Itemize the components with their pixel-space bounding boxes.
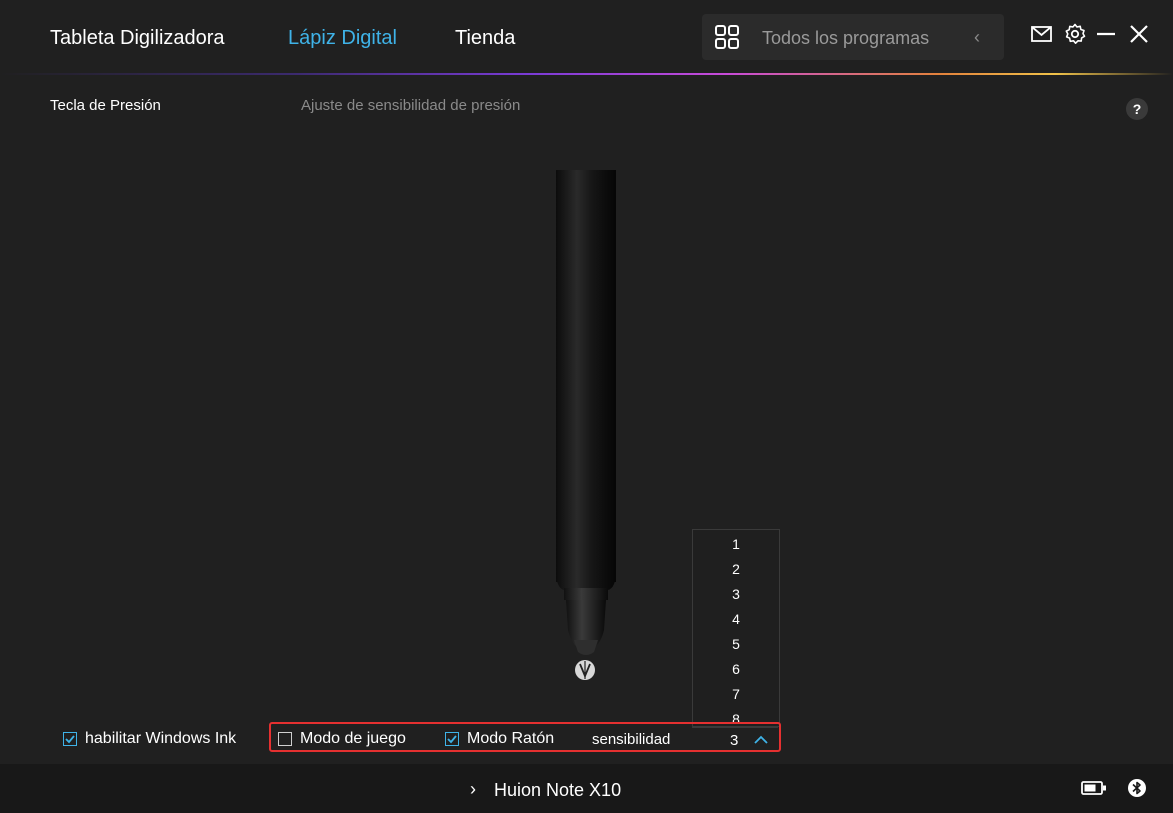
game-mode-checkbox[interactable] bbox=[278, 732, 292, 746]
mouse-mode-option[interactable]: Modo Ratón bbox=[445, 729, 554, 749]
program-selector-label: Todos los programas bbox=[762, 28, 930, 48]
game-mode-option[interactable]: Modo de juego bbox=[278, 729, 406, 749]
close-icon[interactable] bbox=[1127, 22, 1151, 46]
gear-icon[interactable] bbox=[1063, 22, 1087, 46]
battery-icon bbox=[1081, 781, 1106, 795]
digital-pen-image bbox=[556, 170, 616, 680]
minimize-icon[interactable] bbox=[1094, 22, 1118, 46]
tab-tableta-digilizadora[interactable]: Tableta Digilizadora bbox=[50, 27, 225, 50]
sensitivity-label: sensibilidad bbox=[592, 730, 671, 748]
section-title: Tecla de Presión bbox=[50, 97, 161, 114]
mouse-mode-checkbox[interactable] bbox=[445, 732, 459, 746]
chevron-up-icon bbox=[754, 735, 768, 744]
help-button[interactable]: ? bbox=[1126, 98, 1148, 120]
dropdown-option[interactable]: 7 bbox=[693, 686, 779, 702]
dropdown-option[interactable]: 4 bbox=[693, 611, 779, 627]
dropdown-option[interactable]: 5 bbox=[693, 636, 779, 652]
dropdown-option[interactable]: 6 bbox=[693, 661, 779, 677]
game-mode-label: Modo de juego bbox=[300, 730, 406, 747]
sensitivity-selected-value: 3 bbox=[730, 732, 739, 749]
footer-bar: › Huion Note X10 bbox=[0, 764, 1173, 813]
dropdown-option[interactable]: 3 bbox=[693, 586, 779, 602]
top-bar: Tableta Digilizadora Lápiz Digital Tiend… bbox=[0, 0, 1173, 74]
dropdown-option[interactable]: 2 bbox=[693, 561, 779, 577]
tab-tienda[interactable]: Tienda bbox=[455, 27, 515, 50]
windows-ink-checkbox[interactable] bbox=[63, 732, 77, 746]
device-name[interactable]: Huion Note X10 bbox=[494, 780, 621, 801]
header-gradient-divider bbox=[0, 73, 1173, 75]
mail-icon[interactable] bbox=[1030, 22, 1054, 46]
windows-ink-option[interactable]: habilitar Windows Ink bbox=[63, 729, 236, 749]
chevron-left-icon[interactable]: ‹ bbox=[974, 27, 980, 48]
mouse-mode-label: Modo Ratón bbox=[467, 730, 555, 747]
windows-ink-label: habilitar Windows Ink bbox=[85, 730, 237, 747]
sensitivity-dropdown-list: 1 2 3 4 5 6 7 8 bbox=[692, 529, 780, 727]
chevron-right-icon[interactable]: › bbox=[470, 779, 476, 800]
tab-lapiz-digital[interactable]: Lápiz Digital bbox=[288, 27, 397, 50]
section-subtitle: Ajuste de sensibilidad de presión bbox=[301, 97, 521, 114]
apps-grid-icon bbox=[715, 25, 739, 49]
bluetooth-icon bbox=[1128, 779, 1146, 797]
sensitivity-dropdown[interactable]: 3 bbox=[692, 727, 778, 750]
program-selector[interactable]: Todos los programas ‹ bbox=[702, 14, 1004, 60]
dropdown-option[interactable]: 1 bbox=[693, 536, 779, 552]
